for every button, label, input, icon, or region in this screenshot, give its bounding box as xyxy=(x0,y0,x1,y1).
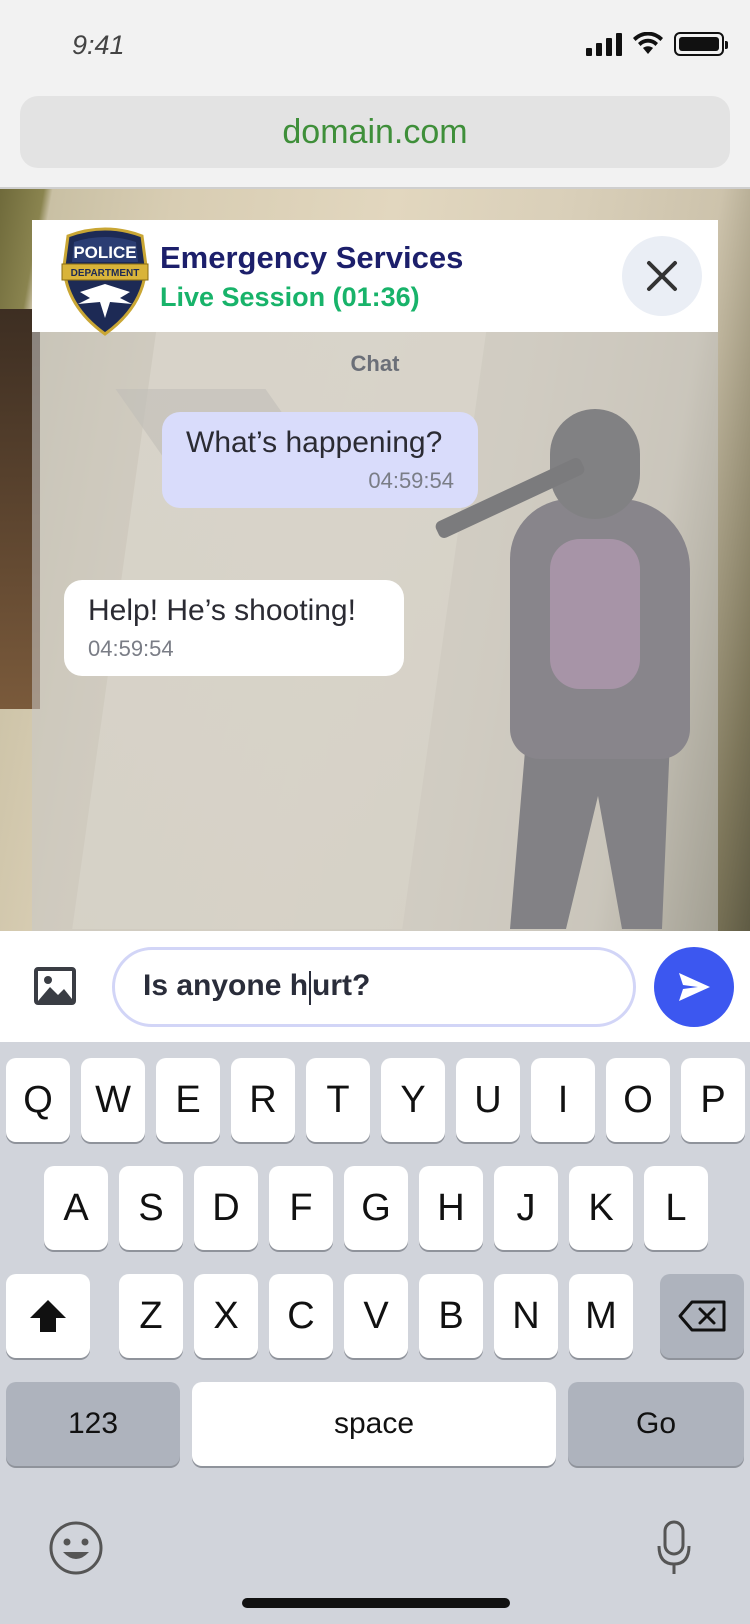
status-icons xyxy=(586,32,728,56)
microphone-icon[interactable] xyxy=(656,1520,692,1576)
key-b[interactable]: B xyxy=(419,1274,483,1358)
key-i[interactable]: I xyxy=(531,1058,595,1142)
chat-label: Chat xyxy=(350,351,400,376)
message-outgoing: What’s happening? 04:59:54 xyxy=(162,412,478,508)
key-r[interactable]: R xyxy=(231,1058,295,1142)
backspace-key[interactable] xyxy=(660,1274,744,1358)
key-a[interactable]: A xyxy=(44,1166,108,1250)
send-icon xyxy=(679,973,710,1001)
header-title: Emergency Services xyxy=(160,240,464,275)
image-icon[interactable] xyxy=(34,965,76,1007)
session-status: Live Session (01:36) xyxy=(160,282,420,312)
message-time: 04:59:54 xyxy=(88,636,174,661)
key-o[interactable]: O xyxy=(606,1058,670,1142)
status-time: 9:41 xyxy=(72,30,125,60)
key-q[interactable]: Q xyxy=(6,1058,70,1142)
key-m[interactable]: M xyxy=(569,1274,633,1358)
message-time: 04:59:54 xyxy=(368,468,454,493)
key-c[interactable]: C xyxy=(269,1274,333,1358)
key-g[interactable]: G xyxy=(344,1166,408,1250)
key-y[interactable]: Y xyxy=(381,1058,445,1142)
svg-text:DEPARTMENT: DEPARTMENT xyxy=(71,268,140,279)
message-input[interactable]: Is anyone h urt? xyxy=(112,947,636,1027)
key-w[interactable]: W xyxy=(81,1058,145,1142)
key-k[interactable]: K xyxy=(569,1166,633,1250)
key-z[interactable]: Z xyxy=(119,1274,183,1358)
message-incoming: Help! He’s shooting! 04:59:54 xyxy=(64,580,404,676)
key-h[interactable]: H xyxy=(419,1166,483,1250)
key-s[interactable]: S xyxy=(119,1166,183,1250)
close-icon xyxy=(647,261,677,291)
key-j[interactable]: J xyxy=(494,1166,558,1250)
message-text: Help! He’s shooting! xyxy=(88,594,356,627)
go-key[interactable]: Go xyxy=(568,1382,744,1466)
battery-icon xyxy=(674,32,728,56)
url-text: domain.com xyxy=(282,112,468,151)
send-button[interactable] xyxy=(654,947,734,1027)
shift-key[interactable] xyxy=(6,1274,90,1358)
space-key[interactable]: space xyxy=(192,1382,556,1466)
key-f[interactable]: F xyxy=(269,1166,333,1250)
message-input-text: Is anyone h urt? xyxy=(143,969,370,1005)
key-d[interactable]: D xyxy=(194,1166,258,1250)
url-bar[interactable]: domain.com xyxy=(20,96,730,168)
wifi-icon xyxy=(633,32,663,54)
svg-text:POLICE: POLICE xyxy=(73,243,136,262)
key-n[interactable]: N xyxy=(494,1274,558,1358)
numbers-key[interactable]: 123 xyxy=(6,1382,180,1466)
key-e[interactable]: E xyxy=(156,1058,220,1142)
text-caret xyxy=(309,970,312,1005)
close-button[interactable] xyxy=(622,236,702,316)
key-l[interactable]: L xyxy=(644,1166,708,1250)
key-x[interactable]: X xyxy=(194,1274,258,1358)
home-indicator[interactable] xyxy=(242,1598,510,1608)
key-v[interactable]: V xyxy=(344,1274,408,1358)
key-p[interactable]: P xyxy=(681,1058,745,1142)
backspace-icon xyxy=(678,1300,726,1332)
shift-icon xyxy=(30,1300,66,1332)
status-bar: 9:41 xyxy=(0,0,750,92)
emoji-icon[interactable] xyxy=(48,1520,104,1576)
key-u[interactable]: U xyxy=(456,1058,520,1142)
police-badge-logo: POLICE DEPARTMENT xyxy=(61,227,149,336)
cellular-signal-icon xyxy=(586,32,622,56)
key-t[interactable]: T xyxy=(306,1058,370,1142)
message-text: What’s happening? xyxy=(186,426,443,459)
